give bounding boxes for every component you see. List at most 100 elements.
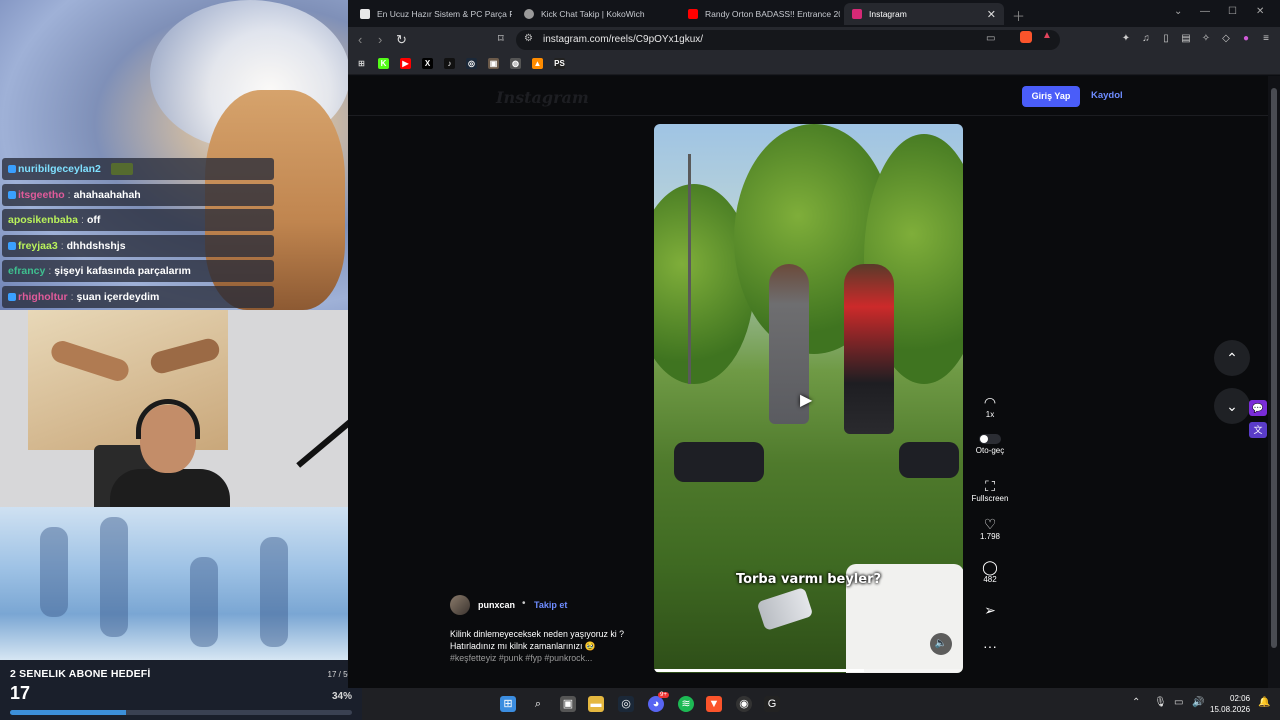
music-icon[interactable]: ♫ [1140,33,1152,45]
network-icon[interactable]: ▭ [1174,697,1183,708]
instagram-logo[interactable]: Instagram [496,88,589,107]
x-icon[interactable]: X [422,58,433,69]
translate-extension-icon[interactable]: 文 [1249,422,1267,438]
steam-icon[interactable]: ◎ [466,58,477,69]
login-button[interactable]: Giriş Yap [1022,86,1080,107]
image-icon[interactable]: ▣ [488,58,499,69]
tab-youtube[interactable]: Randy Orton BADASS!! Entrance 200 [680,3,840,25]
post-hashtags[interactable]: #keşfetteyiz #punk #fyp #punkrock... [450,652,650,664]
tab-instagram[interactable]: Instagram ✕ [844,3,1004,25]
obs-icon[interactable]: ◉ [736,696,752,712]
cast-icon[interactable]: ▭ [986,33,995,44]
steam-icon[interactable]: ◎ [618,696,634,712]
volume-tray-icon[interactable]: 🔊 [1192,697,1204,708]
signup-link[interactable]: Kaydol [1091,90,1123,101]
apps-icon[interactable]: ⊞ [356,58,367,69]
more-icon: ··· [983,638,997,654]
file-explorer-icon[interactable]: ▬ [588,696,604,712]
user-badge-icon [8,165,16,173]
site-settings-icon[interactable]: ⚙ [524,33,533,44]
video-progress-bar[interactable] [654,669,963,672]
tab-search-icon[interactable]: ⌄ [1174,6,1182,17]
comment-button[interactable]: ◯ 482 [960,559,1020,584]
chat-username[interactable]: rhigholtur [18,291,68,303]
system-clock[interactable]: 02:06 15.08.2026 [1210,693,1250,715]
chat-username[interactable]: aposikenbaba [8,214,78,226]
sidebar-icon[interactable]: ▯ [1160,33,1172,45]
extensions-icon[interactable]: ✦ [1120,33,1132,45]
close-tab-icon[interactable]: ✕ [987,8,996,21]
send-icon: ➢ [984,602,996,618]
spotify-icon[interactable]: ≋ [678,696,694,712]
toggle-switch[interactable] [979,434,1001,444]
scrollbar[interactable] [1268,76,1280,688]
menu-icon[interactable]: ≡ [1260,33,1272,45]
goal-current: 17 [10,683,31,703]
autoplay-toggle[interactable]: Oto-geç [960,434,1020,455]
instagram-page: Instagram Giriş Yap Kaydol Torba varmı b… [348,76,1268,688]
follow-button[interactable]: Takip et [534,600,567,610]
chat-message: efrancy: şişeyi kafasında parçalarım [2,260,274,282]
speed-control[interactable]: ◠ 1x [960,394,1020,419]
next-reel-button[interactable]: ⌄ [1214,388,1250,424]
brave-rewards-icon[interactable]: ▲ [1042,30,1052,41]
speed-label: 1x [985,410,995,419]
kick-icon[interactable]: K [378,58,389,69]
vpn-icon[interactable]: ◇ [1220,33,1232,45]
chat-separator: : [81,214,84,226]
g-hub-icon[interactable]: G [764,696,780,712]
back-button[interactable]: ‹ [358,32,362,47]
task-view-icon[interactable]: ▣ [560,696,576,712]
tab-kick-chat[interactable]: Kick Chat Takip | KokoWich [516,3,676,25]
brave-icon[interactable]: ▼ [706,696,722,712]
post-description: Kilink dinlemeyeceksek neden yaşıyoruz k… [450,628,650,664]
like-button[interactable]: ♡ 1.798 [960,516,1020,541]
volume-icon[interactable]: 🔈 [930,633,952,655]
brave-shields-icon[interactable] [1020,31,1032,43]
avatar[interactable] [450,595,470,615]
tab-favicon-icon [360,9,370,19]
previous-reel-button[interactable]: ⌃ [1214,340,1250,376]
url-field[interactable]: ⚙ instagram.com/reels/C9pOYx1gkux/ ▭ [516,30,1060,50]
youtube-icon[interactable]: ▶ [400,58,411,69]
new-tab-button[interactable]: ＋ [1012,6,1025,25]
fire-icon[interactable]: ▲ [532,58,543,69]
tab-pc-parts[interactable]: En Ucuz Hazır Sistem & PC Parça Fiya [352,3,512,25]
globe-icon[interactable]: ◍ [510,58,521,69]
leo-icon[interactable]: ✧ [1200,33,1212,45]
minimize-button[interactable]: — [1200,6,1210,17]
instagram-icon [852,9,862,19]
wallet-icon[interactable]: ▤ [1180,33,1192,45]
comment-count: 482 [983,575,997,584]
ps-icon[interactable]: PS [554,58,565,69]
forward-button[interactable]: › [378,32,382,47]
chat-username[interactable]: nuribilgeceylan2 [18,163,101,175]
chat-username[interactable]: itsgeetho [18,189,65,201]
windows-start-icon[interactable]: ⊞ [500,696,516,712]
post-username[interactable]: punxcan [478,600,515,610]
tiktok-icon[interactable]: ♪ [444,58,455,69]
microphone-icon[interactable]: 🎙 [1154,697,1167,708]
notification-icon[interactable]: 🔔 [1258,697,1270,708]
discord-icon[interactable]: ◕ [648,696,664,712]
profile-icon[interactable]: ● [1240,33,1252,45]
search-icon[interactable]: ⌕ [530,696,546,712]
instagram-header: Instagram Giriş Yap Kaydol [348,76,1268,116]
fullscreen-button[interactable]: ⛶ Fullscreen [960,478,1020,503]
mic-arm [296,418,348,468]
play-icon[interactable]: ▶ [800,390,812,410]
chat-extension-icon[interactable]: 💬 [1249,400,1267,416]
scrollbar-thumb[interactable] [1271,88,1277,648]
reload-button[interactable]: ↻ [396,32,407,48]
goal-progress-fill [10,710,127,715]
maximize-button[interactable]: ☐ [1228,6,1237,17]
chat-text: off [86,214,101,226]
reel-video[interactable]: Torba varmı beyler? ▶ 🔈 [654,124,963,673]
bookmark-icon[interactable]: ⌑ [498,32,504,45]
tray-expand-icon[interactable]: ⌃ [1132,697,1140,708]
close-window-button[interactable]: ✕ [1256,6,1264,17]
chat-username[interactable]: freyjaa3 [18,240,58,252]
share-button[interactable]: ➢ [960,602,1020,618]
more-options-button[interactable]: ··· [960,638,1020,654]
chat-username[interactable]: efrancy [8,265,45,277]
